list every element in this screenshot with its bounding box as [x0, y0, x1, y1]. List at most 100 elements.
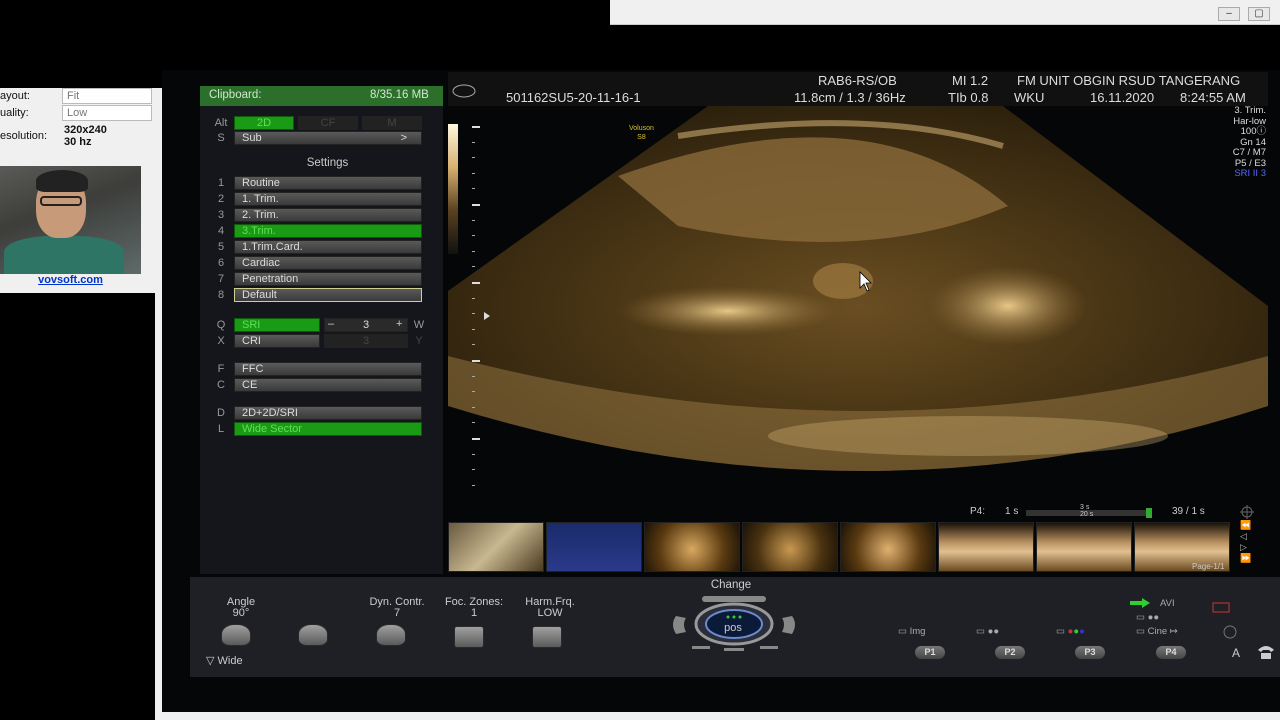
p4-button[interactable]: P4	[1155, 645, 1187, 660]
preset-key: 1	[217, 177, 225, 189]
record-icon[interactable]: ▭ ●●	[1136, 612, 1159, 623]
cine-start: 1 s	[1005, 506, 1019, 517]
sub-arrow-icon: >	[400, 132, 407, 144]
vovsoft-link[interactable]: vovsoft.com	[0, 274, 141, 286]
voluson-model: S8	[637, 134, 646, 141]
crosshair-icon[interactable]	[1240, 505, 1254, 519]
depth-tick	[472, 126, 480, 128]
tib-value: TIb 0.8	[948, 90, 989, 105]
cine-label: Cine ↦	[1147, 626, 1178, 637]
thumbnail-item[interactable]	[546, 522, 642, 572]
preset-button[interactable]: Cardiac	[234, 256, 422, 270]
cine-handle[interactable]	[1146, 508, 1152, 518]
thumbnail-item[interactable]	[644, 522, 740, 572]
angle-knob[interactable]	[221, 624, 251, 646]
rewind-icon[interactable]: ⏪	[1240, 520, 1254, 531]
exam-date: 16.11.2020	[1090, 90, 1155, 105]
p2-button[interactable]: P2	[994, 645, 1026, 660]
phone-icon[interactable]	[1256, 644, 1276, 660]
preset-key: 3	[217, 209, 225, 221]
monitor-icon[interactable]	[1212, 602, 1230, 614]
foc-zones-knob[interactable]	[454, 626, 484, 648]
ffc-button[interactable]: FFC	[234, 362, 422, 376]
mode-2d-button[interactable]: 2D	[234, 116, 294, 130]
quality-select[interactable]: Low	[62, 105, 152, 121]
angle-value: 90°	[232, 607, 250, 619]
play-icon[interactable]: ▷	[1240, 542, 1254, 553]
layout-select[interactable]: Fit	[62, 88, 152, 104]
thumbnail-item[interactable]	[742, 522, 838, 572]
sri-minus-button[interactable]: –	[328, 318, 334, 330]
minimize-button[interactable]: –	[1218, 7, 1240, 21]
cine-toggle[interactable]: ▭ Cine ↦	[1136, 626, 1178, 637]
color-printer-icon[interactable]: ▭ ●●●	[1056, 626, 1085, 637]
thumbnail-item[interactable]	[448, 522, 544, 572]
wide-label: Wide	[217, 655, 243, 667]
p3-button[interactable]: P3	[1074, 645, 1106, 660]
dyn-contr-knob[interactable]	[376, 624, 406, 646]
operator: WKU	[1014, 90, 1045, 105]
preset-button[interactable]: 2. Trim.	[234, 208, 422, 222]
d-key-label: D	[217, 407, 225, 419]
wide-toggle[interactable]: ▽ Wide	[206, 656, 243, 667]
clipboard-value: 8/35.16 MB	[370, 89, 429, 101]
webcam-person-shirt	[4, 236, 124, 274]
thumbnail-item[interactable]	[840, 522, 936, 572]
sub-label: Sub	[242, 132, 262, 144]
preset-button[interactable]: 1. Trim.	[234, 192, 422, 206]
preset-button[interactable]: Default	[234, 288, 422, 302]
frame-border-bottom	[155, 712, 1280, 720]
ultrasound-image[interactable]	[448, 106, 1268, 516]
ge-logo-icon	[452, 84, 476, 98]
depth-tick	[472, 282, 480, 284]
fast-forward-icon[interactable]: ⏩	[1240, 553, 1254, 564]
change-label: Change	[710, 579, 752, 591]
step-back-icon[interactable]: ◁	[1240, 531, 1254, 542]
wide-sector-button[interactable]: Wide Sector	[234, 422, 422, 436]
dual-mode-button[interactable]: 2D+2D/SRI	[234, 406, 422, 420]
depth-tick	[472, 375, 475, 377]
sub-button[interactable]: Sub >	[234, 131, 422, 145]
preset-button[interactable]: 3.Trim.	[234, 224, 422, 238]
thumbnail-item[interactable]	[938, 522, 1034, 572]
depth-info: 11.8cm / 1.3 / 36Hz	[794, 90, 906, 105]
depth-tick	[472, 469, 475, 471]
thumbnail-item[interactable]	[1036, 522, 1132, 572]
printer-icon[interactable]: ▭ ●●	[976, 626, 999, 637]
harm-frq-value: LOW	[537, 607, 563, 619]
x-key-label: X	[217, 335, 225, 347]
sri-button[interactable]: SRI	[234, 318, 320, 332]
harm-frq-knob[interactable]	[532, 626, 562, 648]
depth-tick	[472, 484, 475, 486]
depth-tick	[472, 235, 475, 237]
annotation-button[interactable]: A	[1232, 646, 1240, 660]
preset-button[interactable]: Routine	[234, 176, 422, 190]
p1-button[interactable]: P1	[914, 645, 946, 660]
preset-button[interactable]: Penetration	[234, 272, 422, 286]
cri-button[interactable]: CRI	[234, 334, 320, 348]
at-icon[interactable]	[1222, 624, 1238, 640]
layout-label: ayout:	[0, 90, 30, 102]
frame-border-left	[155, 88, 162, 720]
param-power: 100ⓘ	[1240, 126, 1266, 137]
depth-tick	[472, 250, 475, 252]
cri-value[interactable]: 3	[324, 334, 408, 348]
maximize-button[interactable]: ▢	[1248, 7, 1270, 21]
depth-tick	[472, 172, 475, 174]
fetal-hand	[928, 266, 1088, 346]
preset-button[interactable]: 1.Trim.Card.	[234, 240, 422, 254]
ce-button[interactable]: CE	[234, 378, 422, 392]
webcam-person-hair	[36, 170, 88, 192]
depth-tick	[472, 391, 475, 393]
mode-cf-button[interactable]: CF	[298, 116, 358, 130]
c-key-label: C	[217, 379, 225, 391]
img-toggle[interactable]: ▭ Img	[898, 626, 925, 637]
preset-key: 6	[217, 257, 225, 269]
sri-plus-button[interactable]: +	[396, 318, 402, 330]
mode-m-button[interactable]: M	[362, 116, 422, 130]
unlabeled-knob[interactable]	[298, 624, 328, 646]
depth-tick	[472, 188, 475, 190]
q-key-label: Q	[216, 319, 226, 331]
fetal-limb	[618, 286, 838, 336]
avi-label: AVI	[1160, 598, 1175, 609]
